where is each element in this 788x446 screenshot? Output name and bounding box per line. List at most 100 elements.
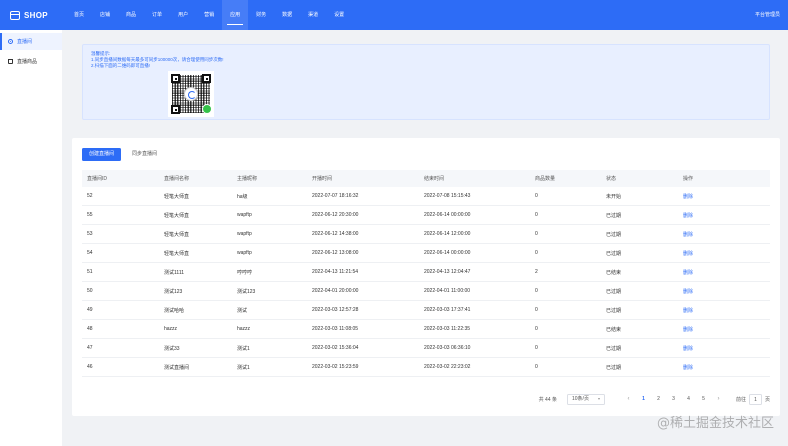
table-cell: 48 <box>87 326 93 332</box>
qr-finder-top-left <box>171 74 180 83</box>
pagination: 共 44 条 10条/页 ▾ ‹ 12345 › 前往 1 页 <box>539 393 770 405</box>
create-live-room-button[interactable]: 创建直播间 <box>82 148 122 161</box>
table-cell: 0 <box>535 307 538 313</box>
shopping-bag-icon <box>8 59 13 64</box>
table-cell: 2022-03-03 12:57:28 <box>312 307 359 313</box>
page-number[interactable]: 4 <box>681 394 696 405</box>
table-cell: 53 <box>87 231 93 237</box>
goto-page: 前往 1 页 <box>735 393 770 405</box>
broadcast-icon <box>8 39 13 44</box>
table-row: 54 轻笔大师直 wapftp 2022-06-12 13:08:00 2022-06-… <box>82 244 770 263</box>
total-count: 共 44 条 <box>538 396 557 403</box>
table-row: 55 轻笔大师直 wapftp 2022-06-12 20:30:00 2022-06-… <box>82 206 770 225</box>
table-cell: 未开始 <box>606 193 622 200</box>
table-cell: 测试1 <box>237 364 250 371</box>
sync-live-room-button[interactable]: 同步直播间 <box>125 148 165 161</box>
table-row: 50 测试123 测试123 2022-04-01 20:00:00 2022-04-0… <box>82 282 770 301</box>
table-cell: 54 <box>87 250 93 256</box>
table-cell: 0 <box>535 250 538 256</box>
delete-button[interactable]: 删除 <box>678 364 758 371</box>
delete-button[interactable]: 删除 <box>678 231 758 238</box>
table-cell: hazzz <box>237 326 251 332</box>
table-cell: 测试直播间 <box>164 364 190 371</box>
logo[interactable]: SHOP <box>0 10 66 20</box>
chevron-down-icon: ▾ <box>597 396 600 401</box>
nav-item[interactable]: 商品 <box>118 0 144 30</box>
page-number[interactable]: 3 <box>666 394 681 405</box>
delete-button[interactable]: 删除 <box>678 269 758 276</box>
goto-page-input[interactable]: 1 <box>748 393 762 405</box>
column-header: 开播时间 <box>312 176 333 182</box>
action-buttons: 创建直播间 同步直播间 <box>82 148 168 161</box>
nav-item[interactable]: 设置 <box>326 0 352 30</box>
table-cell: ha级 <box>237 193 248 200</box>
table-row: 46 测试直播间 测试1 2022-03-02 15:23:59 2022-03-02 … <box>82 358 770 377</box>
table-cell: wapftp <box>237 212 252 218</box>
delete-button[interactable]: 删除 <box>678 326 758 333</box>
table-row: 49 测试哈哈 测试 2022-03-03 12:57:28 2022-03-03 17… <box>82 301 770 320</box>
watermark-text: @稀土掘金技术社区 <box>656 416 774 431</box>
table-cell: 轻笔大师直 <box>164 250 190 257</box>
table-cell: 0 <box>535 231 538 237</box>
prev-page-icon[interactable]: ‹ <box>621 396 636 402</box>
logo-text: SHOP <box>24 10 48 20</box>
page-size-value: 10条/页 <box>572 396 589 402</box>
table-cell: 测试123 <box>164 288 183 295</box>
table-cell: 2022-06-14 00:00:00 <box>424 212 471 218</box>
next-page-icon[interactable]: › <box>711 396 726 402</box>
table-cell: 2022-06-14 12:00:00 <box>424 231 471 237</box>
table-cell: 0 <box>535 364 538 370</box>
sidebar-item[interactable]: 直播间 <box>0 33 62 50</box>
delete-button[interactable]: 删除 <box>678 307 758 314</box>
table-cell: wapftp <box>237 250 252 256</box>
live-room-table: 直播间ID 直播间名称 主播昵称 开播时间 结束时间 商品数量 状态 操作 52 轻笔大师直 ha… <box>82 170 770 377</box>
column-header: 状态 <box>606 176 617 182</box>
table-cell: 测试1 <box>237 345 250 352</box>
nav-item[interactable]: 应用 <box>222 0 249 30</box>
table-cell: 哼哼哼 <box>237 269 253 276</box>
nav-item[interactable]: 渠道 <box>300 0 326 30</box>
delete-button[interactable]: 删除 <box>678 250 758 257</box>
table-cell: 2022-03-03 17:37:41 <box>424 307 471 313</box>
sidebar-item[interactable]: 直播商品 <box>0 53 62 70</box>
delete-button[interactable]: 删除 <box>678 193 758 200</box>
nav-item[interactable]: 财务 <box>248 0 274 30</box>
table-cell: 测试 <box>237 307 248 314</box>
table-cell: 2 <box>535 269 538 275</box>
table-cell: 2022-07-07 18:16:32 <box>312 193 359 199</box>
user-role-label[interactable]: 平台管理员 <box>755 0 780 30</box>
table-cell: 2022-03-02 22:23:02 <box>424 364 471 370</box>
table-cell: 47 <box>87 345 93 351</box>
column-header: 直播间ID <box>87 176 108 182</box>
table-cell: 已过期 <box>606 345 622 352</box>
qr-code-image <box>168 71 214 117</box>
table-cell: 52 <box>87 193 93 199</box>
nav-item[interactable]: 数据 <box>274 0 300 30</box>
nav-item[interactable]: 用户 <box>170 0 196 30</box>
table-row: 48 hazzz hazzz 2022-03-03 11:08:05 2022-03-0… <box>82 320 770 339</box>
page-size-select[interactable]: 10条/页 ▾ <box>567 393 605 405</box>
nav-item[interactable]: 营销 <box>196 0 222 30</box>
page-number[interactable]: 2 <box>651 394 666 405</box>
qr-finder-top-right <box>202 74 211 83</box>
delete-button[interactable]: 删除 <box>678 288 758 295</box>
nav-item[interactable]: 店铺 <box>92 0 118 30</box>
delete-button[interactable]: 删除 <box>678 212 758 219</box>
nav-item[interactable]: 订单 <box>144 0 170 30</box>
page-numbers: 12345 <box>636 394 711 405</box>
sidebar: 直播间 直播商品 <box>0 30 62 446</box>
delete-button[interactable]: 删除 <box>678 345 758 352</box>
notice-panel: 温馨提示: 1.同步直播间数据每天最多可同步100000次，请合理使用同步次数!… <box>82 44 770 120</box>
page-number[interactable]: 5 <box>696 394 711 405</box>
table-cell: 2022-06-12 13:08:00 <box>312 250 359 256</box>
table-cell: 2022-03-02 15:36:04 <box>312 345 359 351</box>
nav-item[interactable]: 首页 <box>66 0 92 30</box>
table-cell: 51 <box>87 269 93 275</box>
table-cell: 49 <box>87 307 93 313</box>
table-cell: 测试123 <box>237 288 256 295</box>
table-header: 直播间ID 直播间名称 主播昵称 开播时间 结束时间 商品数量 状态 操作 <box>82 170 770 187</box>
goto-label: 前往 <box>735 396 746 403</box>
page-number[interactable]: 1 <box>636 394 651 405</box>
top-navigation-bar: SHOP 首页 店铺 商品 订单 用户 营销 应用 财务 数据 渠道 设置 平台管理员 <box>0 0 788 30</box>
table-row: 52 轻笔大师直 ha级 2022-07-07 18:16:32 2022-07-08 … <box>82 187 770 206</box>
